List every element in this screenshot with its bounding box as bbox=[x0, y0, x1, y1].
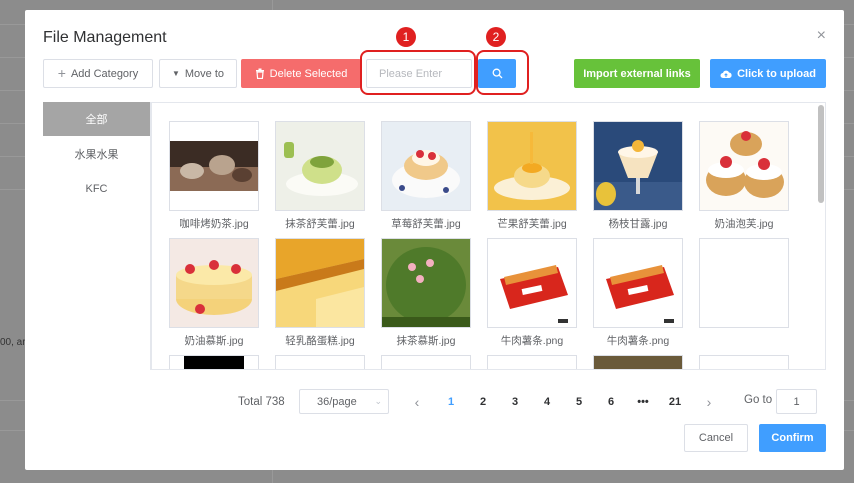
annotation-badge-1: 1 bbox=[396, 27, 416, 47]
cancel-button[interactable]: Cancel bbox=[684, 424, 748, 452]
goto-label: Go to bbox=[744, 394, 773, 406]
file-item[interactable] bbox=[169, 355, 259, 369]
file-name: 牛肉薯条.png bbox=[606, 335, 670, 347]
mango-souffle-photo-icon bbox=[487, 121, 577, 211]
file-grid: 咖啡烤奶茶.jpg 抹茶舒芙蕾.jpg 草莓舒芙蕾.jpg 芒果舒芙蕾.jpg … bbox=[151, 102, 826, 370]
annotation-box-search-input bbox=[360, 50, 476, 95]
photo-icon bbox=[487, 355, 577, 369]
prev-page-icon[interactable]: ‹ bbox=[405, 391, 429, 413]
file-name: 草莓舒芙蕾.jpg bbox=[391, 218, 461, 230]
cream-mousse-photo-icon bbox=[169, 238, 259, 328]
delete-selected-button[interactable]: Delete Selected bbox=[241, 59, 361, 88]
import-external-links-button[interactable]: Import external links bbox=[574, 59, 700, 88]
add-category-button[interactable]: + Add Category bbox=[43, 59, 153, 88]
blank-photo-icon bbox=[699, 238, 789, 328]
page-size-select[interactable]: 36/page ⌄ bbox=[299, 389, 389, 414]
file-item[interactable] bbox=[699, 355, 789, 369]
grid-scrollbar[interactable] bbox=[818, 105, 824, 203]
move-to-button[interactable]: ▼ Move to bbox=[159, 59, 237, 88]
file-item[interactable] bbox=[381, 355, 471, 369]
matcha-souffle-photo-icon bbox=[275, 121, 365, 211]
close-icon[interactable]: × bbox=[817, 28, 826, 44]
sidebar-item-kfc[interactable]: KFC bbox=[43, 172, 150, 206]
photo-icon bbox=[699, 355, 789, 369]
beef-fries-photo-icon bbox=[593, 238, 683, 328]
cream-puff-photo-icon bbox=[699, 121, 789, 211]
page-number-1[interactable]: 1 bbox=[439, 391, 463, 413]
confirm-button[interactable]: Confirm bbox=[759, 424, 826, 452]
file-item[interactable]: 咖啡烤奶茶.jpg bbox=[169, 121, 259, 231]
category-sidebar: 全部 水果水果 KFC bbox=[43, 102, 151, 370]
sidebar-item-all[interactable]: 全部 bbox=[43, 102, 150, 136]
file-name: 抹茶慕斯.jpg bbox=[396, 335, 456, 347]
file-item[interactable]: 抹茶舒芙蕾.jpg bbox=[275, 121, 365, 231]
file-item[interactable]: 轻乳酪蛋糕.jpg bbox=[275, 238, 365, 348]
photo-icon bbox=[275, 355, 365, 369]
page-number-6[interactable]: 6 bbox=[599, 391, 623, 413]
page-size-value: 36/page bbox=[317, 395, 357, 408]
photo-icon bbox=[593, 355, 683, 369]
file-item[interactable] bbox=[487, 355, 577, 369]
dialog-title: File Management bbox=[43, 29, 167, 46]
file-item[interactable]: 奶油慕斯.jpg bbox=[169, 238, 259, 348]
more-pages-icon[interactable]: ••• bbox=[631, 391, 655, 413]
beef-fries-photo-icon bbox=[487, 238, 577, 328]
annotation-badge-2: 2 bbox=[486, 27, 506, 47]
annotation-box-search-button bbox=[476, 50, 529, 95]
bg-text-snippet: 00, ar bbox=[0, 337, 26, 348]
cheesecake-photo-icon bbox=[275, 238, 365, 328]
move-to-label: Move to bbox=[184, 67, 225, 80]
upload-label: Click to upload bbox=[737, 67, 816, 80]
page-number-4[interactable]: 4 bbox=[535, 391, 559, 413]
matcha-mousse-photo-icon bbox=[381, 238, 471, 328]
strawberry-souffle-photo-icon bbox=[381, 121, 471, 211]
file-name: 轻乳酪蛋糕.jpg bbox=[285, 335, 355, 347]
pagination-total: Total 738 bbox=[238, 396, 285, 408]
file-item[interactable]: 抹茶慕斯.jpg bbox=[381, 238, 471, 348]
trash-icon bbox=[255, 68, 264, 79]
add-category-label: Add Category bbox=[70, 67, 139, 80]
dark-photo-icon bbox=[169, 355, 259, 369]
next-page-icon[interactable]: › bbox=[697, 391, 721, 413]
upload-button[interactable]: Click to upload bbox=[710, 59, 826, 88]
page-number-2[interactable]: 2 bbox=[471, 391, 495, 413]
file-name: 奶油泡芙.jpg bbox=[714, 218, 774, 230]
file-name: 抹茶舒芙蕾.jpg bbox=[285, 218, 355, 230]
plus-icon: + bbox=[57, 65, 66, 81]
page-number-5[interactable]: 5 bbox=[567, 391, 591, 413]
file-item[interactable]: 杨枝甘露.jpg bbox=[593, 121, 683, 231]
file-name: 奶油慕斯.jpg bbox=[184, 335, 244, 347]
chevron-down-icon: ⌄ bbox=[374, 396, 382, 406]
file-management-dialog: File Management × + Add Category ▼ Move … bbox=[25, 10, 844, 470]
file-item[interactable]: 奶油泡芙.jpg bbox=[699, 121, 789, 231]
file-name: 咖啡烤奶茶.jpg bbox=[179, 218, 249, 230]
file-item[interactable] bbox=[699, 238, 789, 333]
file-name: 芒果舒芙蕾.jpg bbox=[497, 218, 567, 230]
mango-dessert-photo-icon bbox=[593, 121, 683, 211]
page-number-21[interactable]: 21 bbox=[663, 391, 687, 413]
caret-down-icon: ▼ bbox=[171, 69, 180, 78]
file-item[interactable]: 牛肉薯条.png bbox=[487, 238, 577, 348]
file-item[interactable] bbox=[275, 355, 365, 369]
photo-icon bbox=[381, 355, 471, 369]
file-name: 牛肉薯条.png bbox=[500, 335, 564, 347]
goto-page-input[interactable] bbox=[776, 389, 817, 414]
page-number-3[interactable]: 3 bbox=[503, 391, 527, 413]
sidebar-item-fruit[interactable]: 水果水果 bbox=[43, 137, 150, 171]
file-item[interactable]: 草莓舒芙蕾.jpg bbox=[381, 121, 471, 231]
cloud-upload-icon bbox=[720, 70, 732, 78]
coffee-photo-icon bbox=[169, 121, 259, 211]
file-name: 杨枝甘露.jpg bbox=[608, 218, 668, 230]
file-item[interactable]: 牛肉薯条.png bbox=[593, 238, 683, 348]
file-item[interactable] bbox=[593, 355, 683, 369]
delete-selected-label: Delete Selected bbox=[269, 67, 348, 80]
file-item[interactable]: 芒果舒芙蕾.jpg bbox=[487, 121, 577, 231]
